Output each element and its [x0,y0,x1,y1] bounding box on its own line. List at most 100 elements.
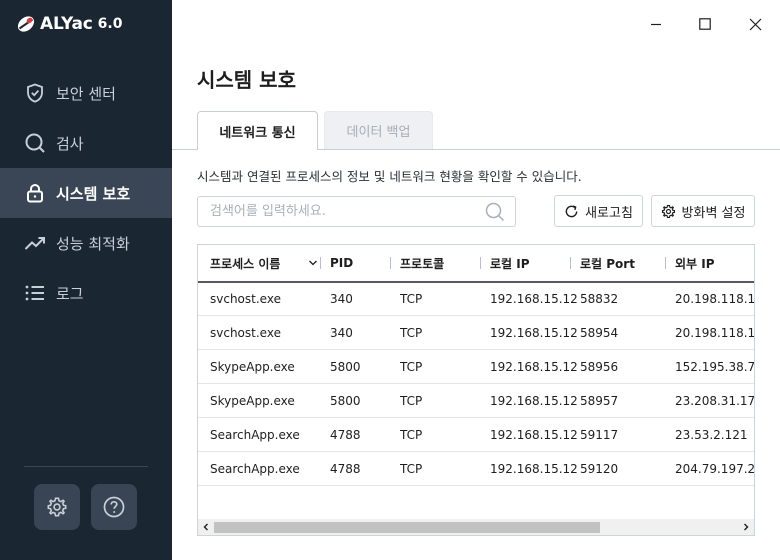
close-icon [749,18,761,30]
column-header-local-port[interactable]: 로컬 Port [570,245,654,282]
column-label: 프로세스 이름 [210,256,281,271]
cell-local-port: 58832 [580,291,619,306]
table-row[interactable]: SearchApp.exe 4788 TCP 192.168.15.128 59… [198,418,754,452]
sidebar: ALYac 6.0 보안 센터 검사 시스템 보호 성능 최적화 로그 [0,0,172,560]
table-row[interactable]: SearchApp.exe 4788 TCP 192.168.15.128 59… [198,452,755,486]
cell-local-ip: 192.168.15.128 [490,393,578,408]
maximize-icon [699,18,711,30]
tab-label: 데이터 백업 [346,125,411,140]
tab-label: 네트워크 통신 [219,125,296,141]
cell-process-name: SkypeApp.exe [210,393,295,408]
close-button[interactable] [740,10,770,38]
table-row[interactable]: SkypeApp.exe 5800 TCP 192.168.15.128 589… [198,384,755,418]
cell-pid: 340 [330,291,353,306]
chevron-left-icon [203,523,208,531]
sidebar-item-security-center[interactable]: 보안 센터 [0,68,172,118]
cell-process-name: SearchApp.exe [210,461,300,476]
cell-process-name: svchost.exe [210,291,281,306]
search-icon [24,132,46,154]
scrollbar-thumb[interactable] [214,522,600,533]
maximize-button[interactable] [690,10,720,38]
settings-button[interactable] [34,484,80,530]
search-icon[interactable] [485,202,505,226]
gear-icon [661,204,675,218]
cell-local-port: 58956 [580,359,619,374]
column-header-local-ip[interactable]: 로컬 IP [480,245,578,282]
column-label: 로컬 Port [580,256,635,271]
gear-icon [47,497,67,517]
cell-remote-ip: 152.195.38.76 [675,359,755,374]
cell-local-port: 59120 [580,461,619,476]
cell-pid: 340 [330,325,353,340]
shield-icon [24,82,46,104]
scroll-right-button[interactable] [738,519,754,535]
cell-protocol: TCP [400,461,423,476]
firewall-settings-button[interactable]: 방화벽 설정 [651,195,755,227]
sidebar-item-label: 시스템 보호 [56,184,131,203]
table-row[interactable]: svchost.exe 340 TCP 192.168.15.128 58954… [198,316,755,350]
list-icon [24,282,46,304]
cell-process-name: svchost.exe [210,325,281,340]
sidebar-nav: 보안 센터 검사 시스템 보호 성능 최적화 로그 [0,68,172,318]
column-header-process-name[interactable]: 프로세스 이름 [210,245,318,282]
column-label: 로컬 IP [490,256,530,271]
sidebar-item-scan[interactable]: 검사 [0,118,172,168]
app-name: ALYac [40,14,93,34]
column-label: 외부 IP [675,256,715,271]
lock-icon [24,182,46,204]
sidebar-item-system-protection[interactable]: 시스템 보호 [0,168,172,218]
cell-pid: 5800 [330,359,361,374]
sidebar-item-label: 보안 센터 [56,84,116,103]
table-row[interactable]: svchost.exe 340 TCP 192.168.15.128 58832… [198,282,755,316]
column-header-remote-ip[interactable]: 외부 IP [665,245,754,282]
search-box [197,196,516,227]
scroll-left-button[interactable] [198,519,214,535]
cell-local-ip: 192.168.15.128 [490,427,578,442]
cell-local-ip: 192.168.15.128 [490,325,578,340]
sidebar-divider [24,466,148,467]
table-row[interactable]: SkypeApp.exe 5800 TCP 192.168.15.128 589… [198,350,755,384]
cell-remote-ip: 20.198.118.190 [675,325,755,340]
sidebar-item-label: 로그 [56,284,84,303]
sidebar-item-performance[interactable]: 성능 최적화 [0,218,172,268]
table-header: 프로세스 이름 PID 프로토콜 로컬 IP 로컬 Port 외부 IP [198,245,754,283]
cell-pid: 5800 [330,393,361,408]
column-label: 프로토콜 [400,256,445,271]
refresh-icon [565,204,578,217]
minimize-button[interactable] [641,10,671,38]
minimize-icon [651,23,661,26]
page-description: 시스템과 연결된 프로세스의 정보 및 네트워크 현황을 확인할 수 있습니다. [197,169,582,184]
tab-network-communication[interactable]: 네트워크 통신 [197,111,318,150]
refresh-button-label: 새로고침 [585,205,633,221]
chevron-right-icon [744,523,749,531]
cell-remote-ip: 23.53.2.121 [675,427,748,442]
search-input[interactable] [210,197,480,226]
cell-pid: 4788 [330,427,361,442]
app-version: 6.0 [97,16,123,32]
cell-protocol: TCP [400,427,423,442]
help-icon [103,496,125,518]
column-header-pid[interactable]: PID [320,245,390,282]
cell-local-ip: 192.168.15.128 [490,461,578,476]
tab-data-backup[interactable]: 데이터 백업 [324,111,433,149]
cell-remote-ip: 204.79.197.222 [675,461,755,476]
app-logo: ALYac 6.0 [16,12,122,36]
page-title: 시스템 보호 [197,68,296,92]
cell-protocol: TCP [400,359,423,374]
cell-local-ip: 192.168.15.128 [490,291,578,306]
cell-local-port: 59117 [580,427,619,442]
cell-remote-ip: 20.198.118.190 [675,291,755,306]
cell-remote-ip: 23.208.31.171 [675,393,755,408]
column-header-protocol[interactable]: 프로토콜 [390,245,480,282]
sidebar-item-label: 성능 최적화 [56,234,130,253]
help-button[interactable] [91,484,137,530]
firewall-settings-label: 방화벽 설정 [681,205,746,221]
alyac-logo-icon [17,16,35,32]
process-table: 프로세스 이름 PID 프로토콜 로컬 IP 로컬 Port 외부 IP svc… [197,244,755,536]
cell-process-name: SearchApp.exe [210,427,300,442]
trend-up-icon [24,232,46,254]
refresh-button[interactable]: 새로고침 [554,195,643,227]
horizontal-scrollbar[interactable] [198,519,754,535]
sidebar-item-log[interactable]: 로그 [0,268,172,318]
cell-local-ip: 192.168.15.128 [490,359,578,374]
